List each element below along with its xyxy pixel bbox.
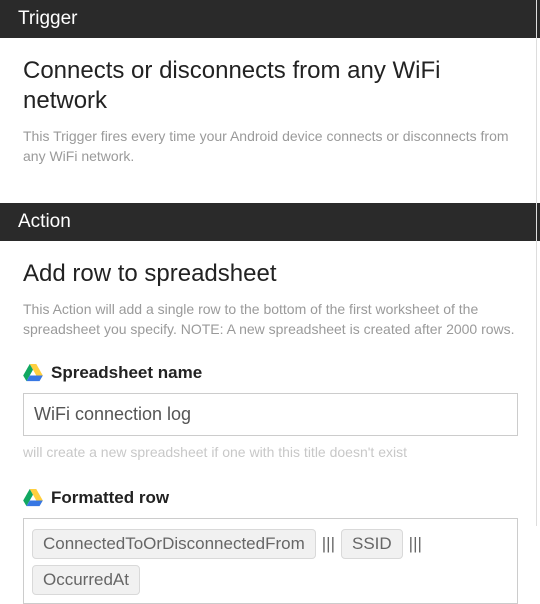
token-separator: ||| bbox=[407, 534, 424, 554]
trigger-header: Trigger bbox=[0, 0, 540, 38]
google-drive-icon bbox=[23, 364, 43, 382]
token-ingredient[interactable]: ConnectedToOrDisconnectedFrom bbox=[32, 529, 316, 559]
trigger-title: Connects or disconnects from any WiFi ne… bbox=[23, 56, 518, 116]
spreadsheet-hint: will create a new spreadsheet if one wit… bbox=[23, 444, 518, 460]
formatted-row-label-row: Formatted row bbox=[23, 488, 518, 508]
formatted-row-input[interactable]: ConnectedToOrDisconnectedFrom ||| SSID |… bbox=[23, 518, 518, 604]
token-ingredient[interactable]: SSID bbox=[341, 529, 403, 559]
trigger-desc: This Trigger fires every time your Andro… bbox=[23, 126, 518, 167]
token-ingredient[interactable]: OccurredAt bbox=[32, 565, 140, 595]
token-separator: ||| bbox=[320, 534, 337, 554]
google-drive-icon bbox=[23, 489, 43, 507]
action-desc: This Action will add a single row to the… bbox=[23, 299, 518, 340]
spreadsheet-name-input[interactable] bbox=[23, 393, 518, 436]
spreadsheet-label: Spreadsheet name bbox=[51, 363, 202, 383]
action-header: Action bbox=[0, 203, 540, 241]
spreadsheet-label-row: Spreadsheet name bbox=[23, 363, 518, 383]
formatted-row-label: Formatted row bbox=[51, 488, 169, 508]
action-title: Add row to spreadsheet bbox=[23, 259, 518, 289]
